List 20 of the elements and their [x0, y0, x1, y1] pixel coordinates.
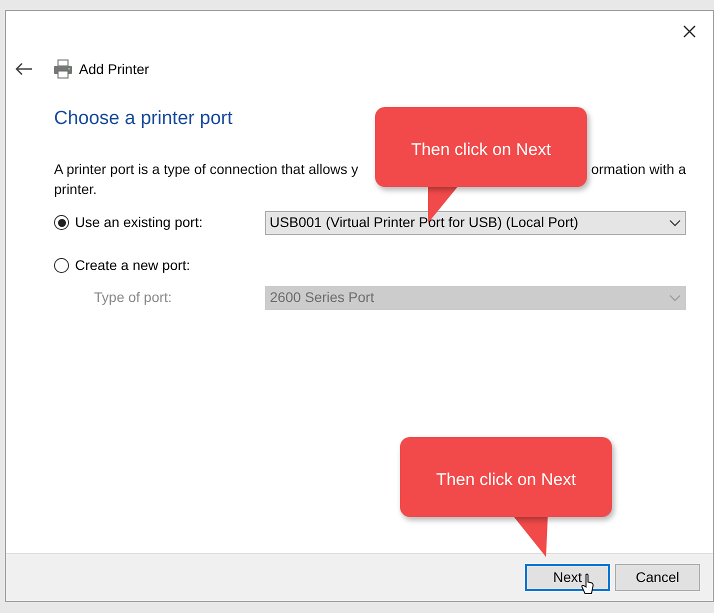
description-text: A printer port is a type of connection that allows y [54, 160, 358, 178]
radio-option[interactable]: Use an existing port: [54, 212, 263, 233]
pointer-cursor-icon [581, 573, 594, 595]
chevron-down-icon [669, 294, 681, 302]
description-text: printer. [54, 180, 97, 196]
port-dropdown[interactable]: USB001 (Virtual Printer Port for USB) (Local Port) [264, 210, 686, 234]
close-button[interactable] [681, 23, 697, 39]
cancel-button[interactable]: Cancel [615, 564, 700, 591]
callout-box: Then click on Next [400, 437, 612, 517]
next-button[interactable]: Next [525, 564, 610, 591]
page-heading: Choose a printer port [54, 107, 234, 131]
description-text: ormation with a [591, 160, 686, 178]
back-button[interactable] [15, 62, 33, 76]
radio-option[interactable]: Create a new port: [54, 254, 264, 276]
window-title: Add Printer [79, 60, 150, 78]
callout-box: Then click on Next [375, 107, 587, 187]
chevron-down-icon [669, 218, 681, 226]
port-dropdown: 2600 Series Port [264, 286, 686, 310]
field-label: Type of port: [94, 288, 173, 307]
printer-icon [53, 59, 73, 79]
